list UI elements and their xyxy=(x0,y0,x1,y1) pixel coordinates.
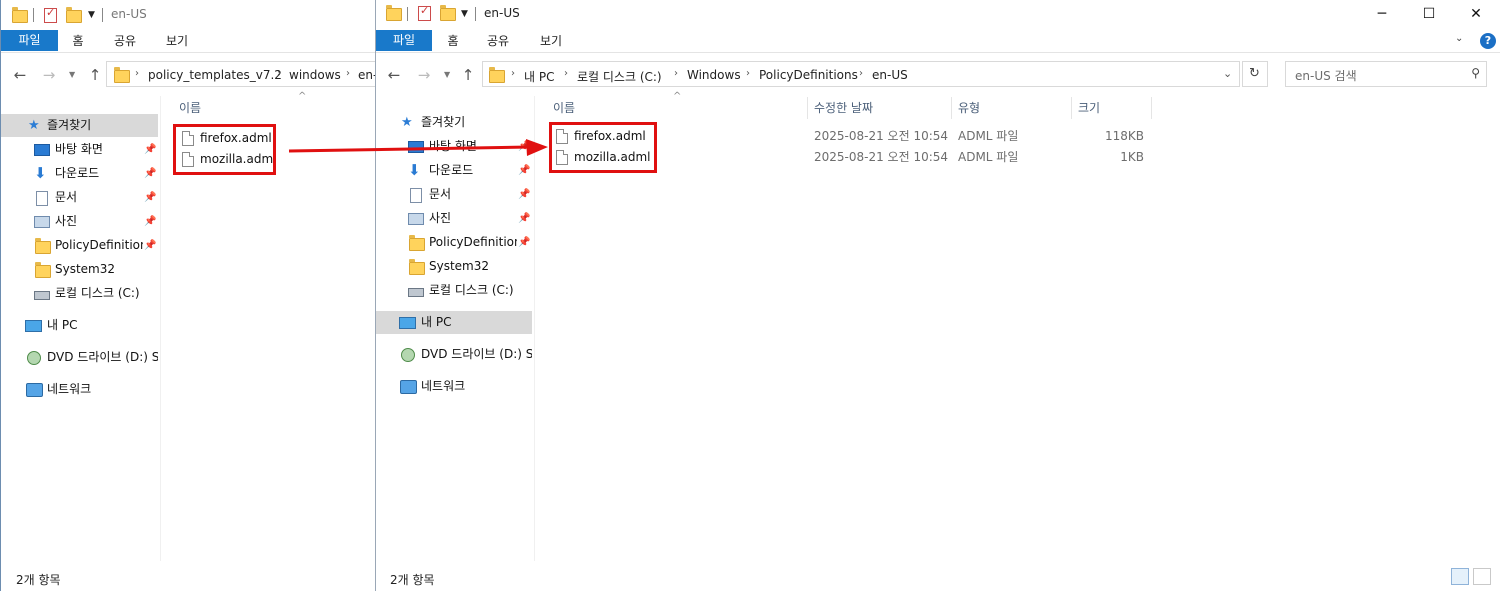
arrow-overlay xyxy=(288,139,548,156)
red-arrow-shaft xyxy=(288,145,531,153)
red-arrow-head xyxy=(526,139,548,156)
